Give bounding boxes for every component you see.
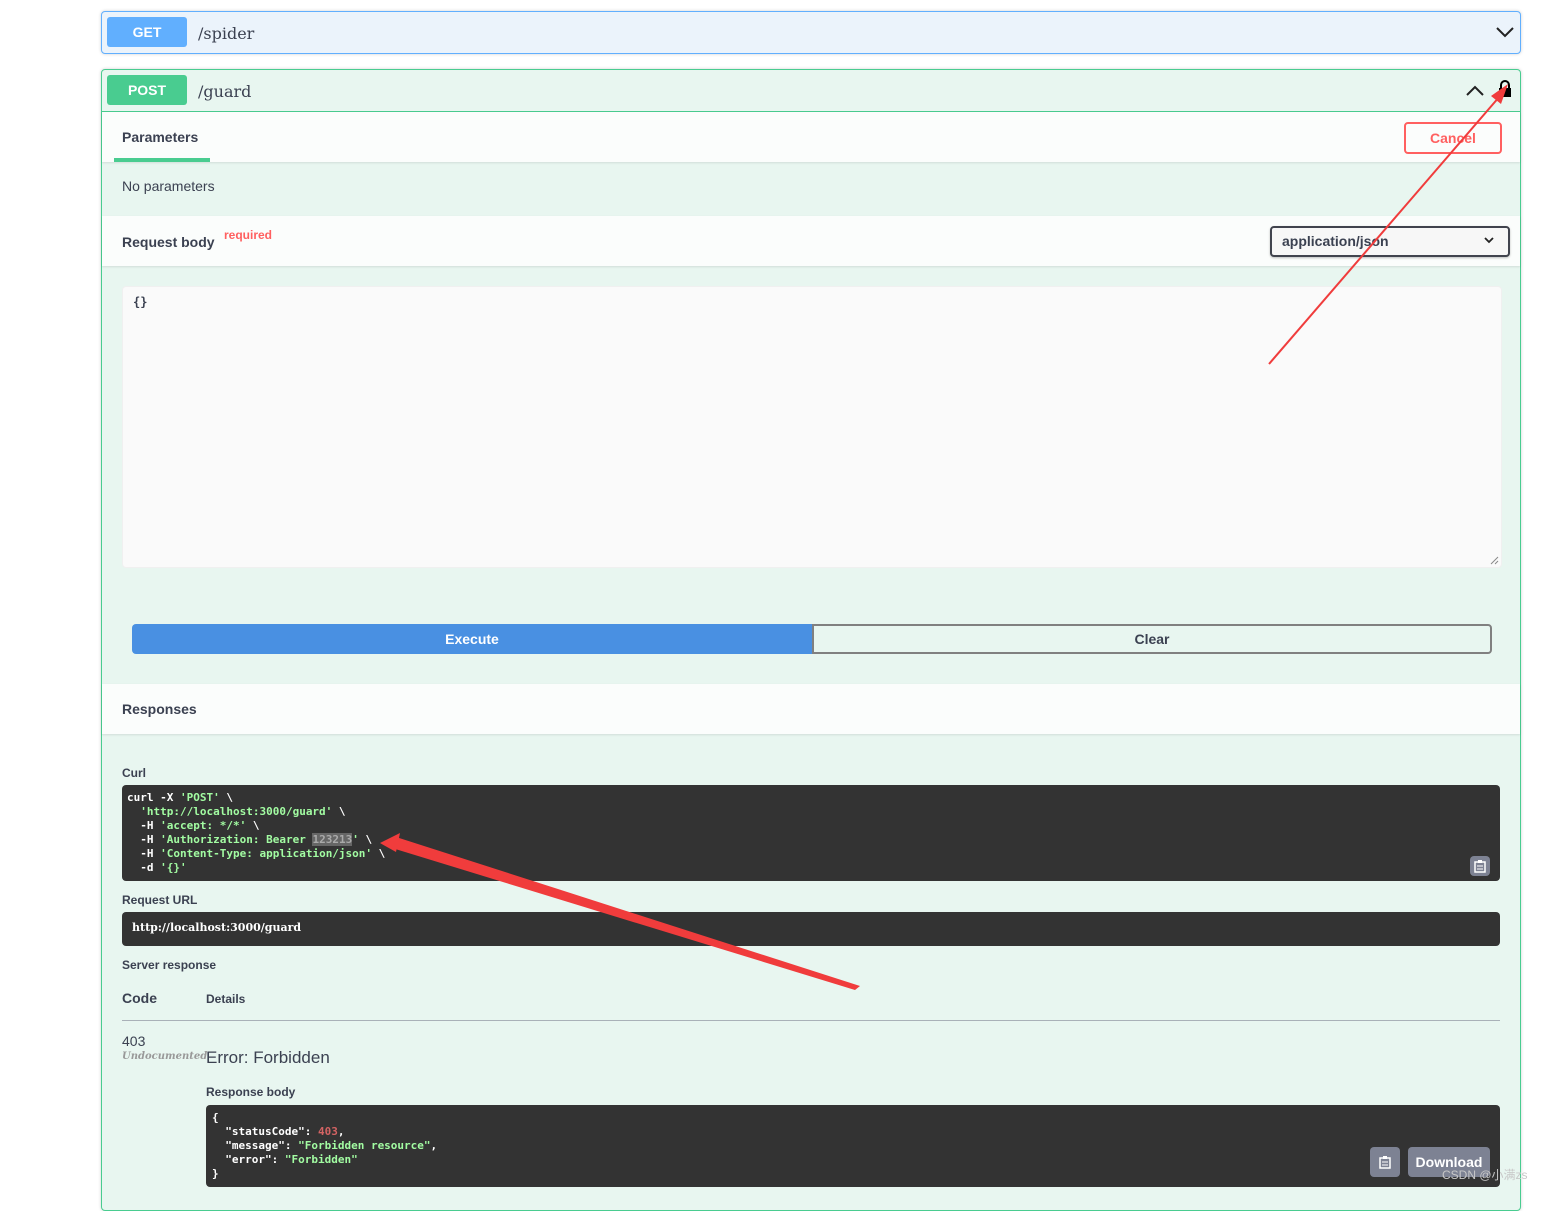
- response-code: 403: [122, 1033, 146, 1049]
- watermark-text: CSDN @小满zs: [1442, 1168, 1528, 1182]
- opblock-get-spider[interactable]: GET /spider: [101, 11, 1521, 54]
- clear-button[interactable]: Clear: [812, 624, 1492, 654]
- content-type-value: application/json: [1282, 233, 1389, 249]
- response-body-label: Response body: [206, 1085, 296, 1099]
- error-message: Error: Forbidden: [206, 1048, 330, 1067]
- chevron-down-icon: [1484, 237, 1494, 244]
- auth-token: 123213: [312, 833, 353, 846]
- tab-parameters[interactable]: Parameters: [122, 112, 210, 162]
- response-body-json: { "statusCode": 403, "message": "Forbidd…: [212, 1111, 438, 1180]
- undocumented-label: Undocumented: [122, 1051, 208, 1062]
- cancel-button[interactable]: Cancel: [1404, 122, 1502, 154]
- method-badge-post: POST: [107, 75, 187, 105]
- response-body-block: { "statusCode": 403, "message": "Forbidd…: [206, 1105, 1500, 1187]
- responses-title: Responses: [122, 701, 197, 717]
- request-body-value: {}: [133, 295, 148, 309]
- request-body-editor[interactable]: {}: [122, 286, 1502, 568]
- request-body-title: Request body: [122, 234, 215, 250]
- method-badge-get: GET: [107, 17, 187, 47]
- resize-handle-icon[interactable]: [1490, 556, 1499, 565]
- server-response-label: Server response: [122, 958, 217, 972]
- code-column-header: Code: [122, 990, 157, 1006]
- opblock-post-guard: POST /guard Parameters Cancel No paramet…: [101, 69, 1521, 1211]
- lock-icon[interactable]: [1498, 80, 1512, 98]
- endpoint-path: /spider: [198, 24, 255, 43]
- copy-to-clipboard-icon[interactable]: [1470, 856, 1490, 876]
- copy-to-clipboard-icon[interactable]: [1370, 1147, 1400, 1177]
- chevron-up-icon[interactable]: [1466, 85, 1484, 97]
- table-divider: [122, 1020, 1500, 1021]
- required-marker: required: [224, 228, 273, 242]
- chevron-down-icon[interactable]: [1496, 26, 1514, 38]
- request-body-header: Request body required application/json: [102, 216, 1520, 266]
- parameters-header: Parameters Cancel: [102, 112, 1520, 162]
- request-url: http://localhost:3000/guard: [132, 921, 302, 934]
- no-parameters-text: No parameters: [122, 178, 215, 194]
- curl-block: curl -X 'POST' \ 'http://localhost:3000/…: [122, 785, 1500, 881]
- execute-button[interactable]: Execute: [132, 624, 812, 654]
- opblock-summary[interactable]: POST /guard: [102, 70, 1520, 112]
- details-column-header: Details: [206, 992, 246, 1006]
- tab-active-indicator: [114, 158, 210, 162]
- content-type-select[interactable]: application/json: [1270, 226, 1510, 257]
- request-url-block: http://localhost:3000/guard: [122, 912, 1500, 946]
- curl-label: Curl: [122, 766, 146, 780]
- responses-header: Responses: [102, 684, 1520, 734]
- request-url-label: Request URL: [122, 893, 198, 907]
- curl-command: curl -X 'POST' \ 'http://localhost:3000/…: [127, 791, 386, 874]
- endpoint-path: /guard: [198, 82, 252, 101]
